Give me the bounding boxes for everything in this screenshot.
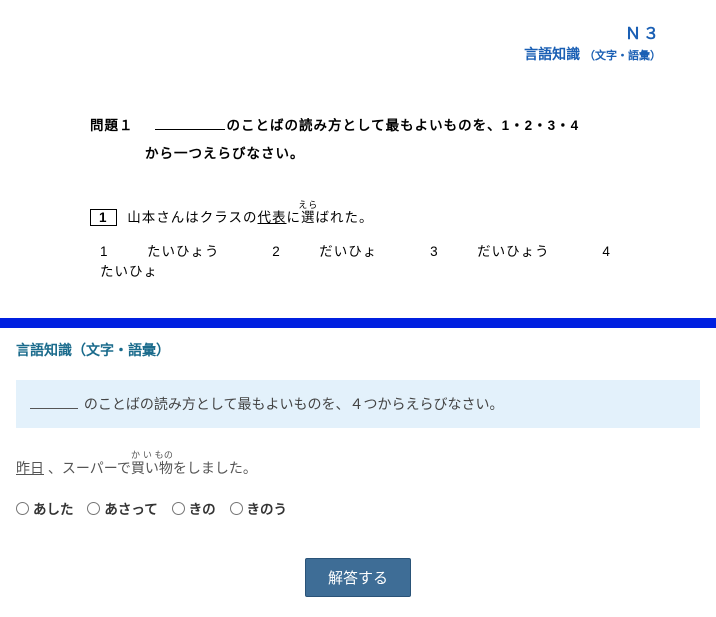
radio-4[interactable]	[230, 502, 243, 515]
section2-title: 言語知識（文字・語彙）	[16, 340, 700, 360]
sentence-post2: ばれた。	[316, 210, 374, 225]
question-number-box: 1	[90, 209, 117, 226]
mondai-title: 問題１ のことばの読み方として最もよいものを、1・2・3・4	[90, 114, 646, 134]
quiz-option-1[interactable]: あした	[16, 498, 74, 518]
quiz-underlined-word: 昨日	[16, 460, 44, 476]
blank-line	[155, 129, 225, 130]
section-divider	[0, 318, 716, 328]
blank-line-2	[30, 408, 78, 409]
quiz-mid2: をしました。	[173, 460, 257, 476]
instruction-box: のことばの読み方として最もよいものを、４つからえらびなさい。	[16, 380, 700, 428]
instruction-line1: のことばの読み方として最もよいものを、1・2・3・4	[227, 118, 580, 133]
sentence-underlined: 代表	[258, 210, 287, 225]
level-label: Ｎ３	[0, 20, 661, 44]
category-main: 言語知識	[524, 46, 580, 62]
quiz-option-4[interactable]: きのう	[230, 498, 288, 518]
sentence-pre: 山本さんはクラスの	[127, 210, 257, 225]
submit-button[interactable]: 解答する	[305, 558, 411, 597]
instruction-text: のことばの読み方として最もよいものを、４つからえらびなさい。	[84, 396, 504, 412]
example-question: 1 山本さんはクラスの代表に選えらばれた。	[90, 200, 646, 226]
option-1: 1 たいひょう	[100, 244, 244, 259]
radio-2[interactable]	[87, 502, 100, 515]
mondai-label: 問題１	[90, 118, 134, 133]
quiz-options: あした あさって きの きのう	[16, 498, 700, 518]
instruction-line2: から一つえらびなさい。	[90, 142, 646, 162]
ruby-word: 選えら	[301, 210, 316, 225]
category-sub: （文字・語彙）	[584, 50, 661, 62]
header-meta: Ｎ３ 言語知識 （文字・語彙）	[0, 0, 716, 74]
quiz-ruby: 買い物か い もの	[131, 460, 173, 476]
option-3: 3 だいひょう	[430, 244, 574, 259]
example-section: 問題１ のことばの読み方として最もよいものを、1・2・3・4 から一つえらびなさ…	[0, 74, 716, 300]
quiz-option-2[interactable]: あさって	[87, 498, 157, 518]
radio-3[interactable]	[172, 502, 185, 515]
quiz-mid1: 、スーパーで	[44, 460, 131, 476]
radio-1[interactable]	[16, 502, 29, 515]
quiz-section: 言語知識（文字・語彙） のことばの読み方として最もよいものを、４つからえらびなさ…	[0, 328, 716, 617]
example-options: 1 たいひょう 2 だいひょ 3 だいひょう 4 たいひょ	[90, 240, 646, 280]
option-2: 2 だいひょ	[272, 244, 401, 259]
quiz-sentence: 昨日 、スーパーで買い物か い ものをしました。	[16, 450, 700, 478]
quiz-option-3[interactable]: きの	[172, 498, 216, 518]
